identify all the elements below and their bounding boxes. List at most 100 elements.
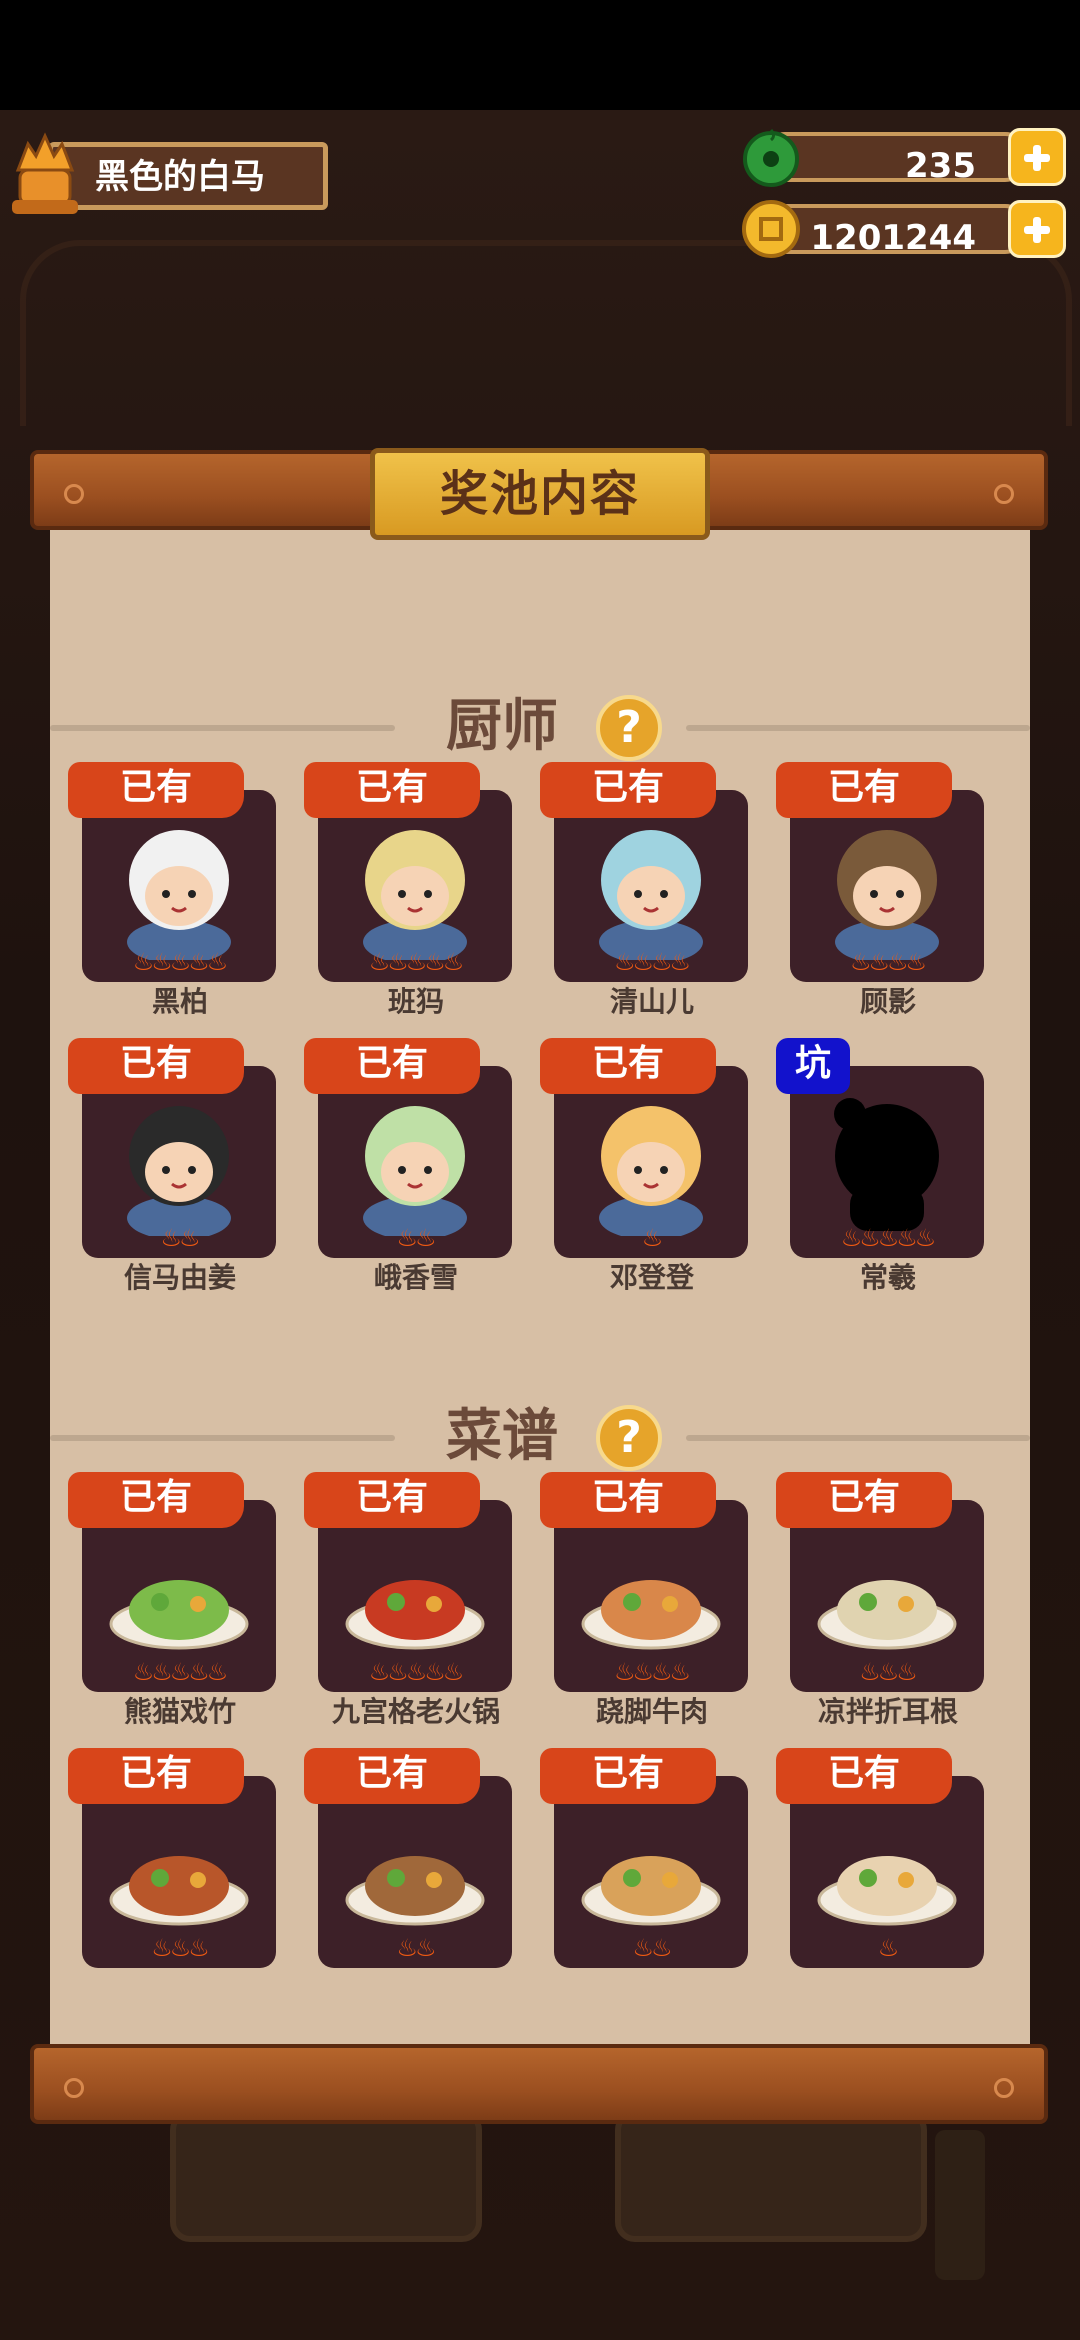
single-draw-button-bg <box>170 2110 482 2242</box>
recipe-portrait-frame: ♨♨♨♨♨ <box>82 1500 276 1692</box>
chef-name: 黑柏 <box>151 985 208 1018</box>
recipe-section-title: 菜谱 <box>446 1404 558 1469</box>
chef-help-button[interactable]: ? <box>596 695 662 761</box>
chef-card[interactable]: ♨♨♨♨♨ 已有黑柏 <box>68 762 280 1018</box>
rarity-flames: ♨♨♨♨♨ <box>368 948 465 976</box>
rarity-flames: ♨♨♨♨ <box>613 1658 691 1686</box>
rarity-flames: ♨♨ <box>632 1934 672 1962</box>
recipe-name: 凉拌折耳根 <box>817 1695 958 1728</box>
recipe-portrait-frame: ♨♨♨♨♨ <box>318 1500 512 1692</box>
recipe-card[interactable]: ♨♨♨♨♨ 已有九宫格老火锅 <box>304 1472 516 1728</box>
recipe-portrait-frame: ♨♨♨ <box>790 1500 984 1692</box>
chef-card[interactable]: ♨♨♨♨♨ 坑常羲 <box>776 1038 988 1294</box>
recipe-name: 九宫格老火锅 <box>331 1695 500 1728</box>
chef-card[interactable]: ♨♨♨♨ 已有清山儿 <box>540 762 752 1018</box>
chef-portrait-frame: ♨♨♨♨♨ <box>318 790 512 982</box>
recipe-help-button[interactable]: ? <box>596 1405 662 1471</box>
owned-badge: 已有 <box>68 1038 244 1094</box>
rarity-flames: ♨ <box>877 1934 900 1962</box>
chef-card[interactable]: ♨♨♨♨♨ 已有班犸 <box>304 762 516 1018</box>
rarity-flames: ♨♨♨♨♨ <box>132 948 229 976</box>
chef-name: 峨香雪 <box>373 1261 458 1294</box>
prize-pool-panel: 厨师 ? ♨♨♨♨♨ 已有 黑柏 ♨♨♨♨♨ 已有 班犸 ♨♨♨♨ 已有 清山儿 ♨♨♨♨ 已有 顾影… <box>50 530 1030 2050</box>
recipe-portrait-frame: ♨♨♨ <box>82 1776 276 1968</box>
chef-section-title: 厨师 <box>446 694 558 759</box>
owned-badge: 已有 <box>68 1748 244 1804</box>
chef-card[interactable]: ♨♨ 已有信马由姜 <box>68 1038 280 1294</box>
ten-draw-button-bg <box>615 2110 927 2242</box>
owned-badge: 已有 <box>776 1748 952 1804</box>
recipe-portrait-frame: ♨♨♨♨ <box>554 1500 748 1692</box>
chef-section-header: 厨师 ? <box>50 687 1030 767</box>
divider <box>686 1435 1030 1441</box>
chef-name: 常羲 <box>859 1261 916 1294</box>
rod-knob <box>64 2078 84 2098</box>
jade-amount: 235 <box>905 146 976 186</box>
rarity-flames: ♨♨♨♨ <box>849 948 927 976</box>
recipe-card[interactable]: ♨♨♨ 已有 <box>68 1748 280 1998</box>
status-bar-area <box>0 0 1080 110</box>
coin-icon <box>742 200 800 258</box>
rod-knob <box>994 484 1014 504</box>
chef-portrait-frame: ♨♨♨♨♨ <box>790 1066 984 1258</box>
owned-badge: 已有 <box>304 1472 480 1528</box>
panel-title: 奖池内容 <box>439 466 640 522</box>
missing-badge: 坑 <box>776 1038 850 1094</box>
owned-badge: 已有 <box>68 1472 244 1528</box>
owned-badge: 已有 <box>304 762 480 818</box>
rarity-flames: ♨♨♨♨♨ <box>840 1224 937 1252</box>
add-jade-button[interactable] <box>1008 128 1066 186</box>
rod-knob <box>994 2078 1014 2098</box>
chef-name: 信马由姜 <box>123 1261 236 1294</box>
chef-card[interactable]: ♨♨♨♨ 已有 顾影 <box>776 762 988 1018</box>
chef-portrait-frame: ♨♨♨♨ <box>790 790 984 982</box>
owned-badge: 已有 <box>540 1038 716 1094</box>
rarity-flames: ♨♨ <box>396 1934 436 1962</box>
recipe-name: 熊猫戏竹 <box>123 1695 236 1728</box>
discount-tag-bg <box>935 2130 985 2280</box>
recipe-name: 跷脚牛肉 <box>595 1695 708 1728</box>
divider <box>50 1435 395 1441</box>
owned-badge: 已有 <box>540 1472 716 1528</box>
owned-badge: 已有 <box>304 1038 480 1094</box>
rarity-flames: ♨♨ <box>160 1224 200 1252</box>
divider <box>686 725 1030 731</box>
chef-portrait-frame: ♨ <box>554 1066 748 1258</box>
coin-amount: 1201244 <box>810 218 976 258</box>
chef-name: 清山儿 <box>609 985 694 1018</box>
chef-name: 班犸 <box>387 985 444 1018</box>
jade-icon <box>743 129 799 187</box>
chef-portrait-frame: ♨♨ <box>82 1066 276 1258</box>
chef-portrait-frame: ♨♨♨♨♨ <box>82 790 276 982</box>
owned-badge: 已有 <box>540 762 716 818</box>
chef-card[interactable]: ♨ 已有 邓登登 <box>540 1038 752 1294</box>
rarity-flames: ♨♨♨♨ <box>613 948 691 976</box>
recipe-card[interactable]: ♨♨♨♨♨ 已有熊猫戏竹 <box>68 1472 280 1728</box>
chef-avatar-icon <box>12 132 78 214</box>
divider <box>50 725 395 731</box>
recipe-card[interactable]: ♨♨♨♨ 已有跷脚牛肉 <box>540 1472 752 1728</box>
recipe-section-header: 菜谱 ? <box>50 1397 1030 1477</box>
rarity-flames: ♨♨ <box>396 1224 436 1252</box>
owned-badge: 已有 <box>540 1748 716 1804</box>
recipe-card[interactable]: ♨♨ 已有 <box>540 1748 752 1998</box>
rarity-flames: ♨♨♨♨♨ <box>368 1658 465 1686</box>
recipe-portrait-frame: ♨♨ <box>554 1776 748 1968</box>
coin-currency: 1201244 <box>740 198 1066 260</box>
recipe-card[interactable]: ♨♨ 已有 <box>304 1748 516 1998</box>
owned-badge: 已有 <box>776 1472 952 1528</box>
rarity-flames: ♨ <box>641 1224 664 1252</box>
recipe-card[interactable]: ♨ 已有 <box>776 1748 988 1998</box>
recipe-card[interactable]: ♨♨♨ 已有凉拌折耳根 <box>776 1472 988 1728</box>
scroll-bottom-rod <box>30 2044 1048 2124</box>
owned-badge: 已有 <box>776 762 952 818</box>
chef-portrait-frame: ♨♨ <box>318 1066 512 1258</box>
recipe-portrait-frame: ♨ <box>790 1776 984 1968</box>
rod-knob <box>64 484 84 504</box>
owned-badge: 已有 <box>68 762 244 818</box>
player-tag[interactable]: 黑色的白马 <box>8 130 328 216</box>
add-coin-button[interactable] <box>1008 200 1066 258</box>
chef-card[interactable]: ♨♨ 已有峨香雪 <box>304 1038 516 1294</box>
panel-title-plate: 奖池内容 <box>370 448 710 540</box>
player-name-plate: 黑色的白马 <box>48 142 328 210</box>
